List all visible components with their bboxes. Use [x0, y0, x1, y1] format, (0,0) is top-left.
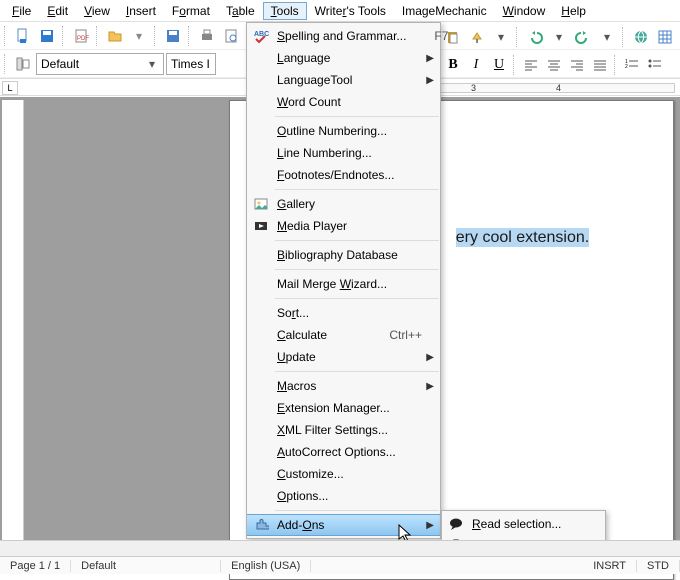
dropdown-icon[interactable]: ▾	[596, 26, 618, 48]
menu-format[interactable]: Format	[164, 2, 218, 20]
chevron-right-icon: ▶	[426, 381, 434, 392]
menu-item-media-player[interactable]: Media Player	[247, 215, 440, 237]
menu-item-sort[interactable]: Sort...	[247, 302, 440, 324]
menu-item-macros[interactable]: Macros▶	[247, 375, 440, 397]
status-std[interactable]: STD	[637, 560, 680, 572]
menu-item-language[interactable]: Language▶	[247, 47, 440, 69]
align-right-icon[interactable]	[566, 54, 588, 76]
media-icon	[252, 217, 270, 235]
redo-icon[interactable]	[572, 26, 594, 48]
tools-menu: ABCSpelling and Grammar...F7Language▶Lan…	[246, 22, 441, 539]
font-name-value: Times I	[171, 57, 210, 71]
save2-icon[interactable]	[162, 25, 184, 47]
svg-text:PDF: PDF	[77, 36, 89, 42]
save-icon[interactable]	[36, 25, 58, 47]
menu-imagemechanic[interactable]: ImageMechanic	[394, 2, 495, 20]
menu-item-autocorrect-options[interactable]: AutoCorrect Options...	[247, 441, 440, 463]
bullet-list-icon[interactable]	[644, 54, 666, 76]
menu-edit[interactable]: Edit	[39, 2, 76, 20]
menu-view[interactable]: View	[76, 2, 118, 20]
template-icon[interactable]: ▾	[128, 25, 150, 47]
menu-item-footnotes-endnotes[interactable]: Footnotes/Endnotes...	[247, 164, 440, 186]
menu-item-xml-filter-settings[interactable]: XML Filter Settings...	[247, 419, 440, 441]
status-style[interactable]: Default	[71, 560, 221, 572]
menu-item-options[interactable]: Options...	[247, 485, 440, 507]
export-pdf-icon[interactable]: PDF	[70, 25, 92, 47]
menu-item-languagetool[interactable]: LanguageTool▶	[247, 69, 440, 91]
menu-table[interactable]: Table	[218, 2, 263, 20]
status-language[interactable]: English (USA)	[221, 560, 311, 572]
menu-item-extension-manager[interactable]: Extension Manager...	[247, 397, 440, 419]
align-left-icon[interactable]	[520, 54, 542, 76]
paragraph-style-combo[interactable]: Default ▾	[36, 53, 164, 75]
svg-text:2: 2	[625, 64, 628, 70]
menu-item-calculate[interactable]: CalculateCtrl++	[247, 324, 440, 346]
menu-item-customize[interactable]: Customize...	[247, 463, 440, 485]
new-doc-icon[interactable]	[12, 25, 34, 47]
bold-button[interactable]: B	[442, 54, 464, 76]
preview-icon[interactable]	[220, 25, 242, 47]
status-page[interactable]: Page 1 / 1	[0, 560, 71, 572]
clone-formatting-icon[interactable]	[466, 26, 488, 48]
styles-icon[interactable]	[12, 53, 34, 75]
ruler-ticks: 3 4	[440, 83, 675, 93]
align-center-icon[interactable]	[543, 54, 565, 76]
menu-item-gallery[interactable]: Gallery	[247, 193, 440, 215]
status-insert[interactable]: INSRT	[583, 560, 637, 572]
gallery-icon	[252, 195, 270, 213]
underline-button[interactable]: U	[488, 54, 510, 76]
menu-tools[interactable]: Tools	[263, 2, 307, 20]
print-icon[interactable]	[196, 25, 218, 47]
table-icon[interactable]	[654, 26, 676, 48]
ruler-corner: L	[2, 81, 18, 95]
chevron-right-icon: ▶	[426, 352, 434, 363]
menu-window[interactable]: Window	[495, 2, 554, 20]
numbered-list-icon[interactable]: 12	[621, 54, 643, 76]
hyperlink-icon[interactable]	[630, 26, 652, 48]
menu-writer-s-tools[interactable]: Writer's Tools	[307, 2, 394, 20]
menu-item-mail-merge-wizard[interactable]: Mail Merge Wizard...	[247, 273, 440, 295]
menu-insert[interactable]: Insert	[118, 2, 164, 20]
submenu-item-read-selection[interactable]: Read selection...	[442, 513, 605, 535]
dropdown-icon[interactable]: ▾	[490, 26, 512, 48]
menu-item-line-numbering[interactable]: Line Numbering...	[247, 142, 440, 164]
status-bar: Page 1 / 1 Default English (USA) INSRT S…	[0, 556, 680, 574]
chevron-right-icon: ▶	[426, 53, 434, 64]
addon-icon	[252, 516, 270, 534]
menu-item-outline-numbering[interactable]: Outline Numbering...	[247, 120, 440, 142]
menu-item-spelling-and-grammar[interactable]: ABCSpelling and Grammar...F7	[247, 25, 440, 47]
menu-file[interactable]: File	[4, 2, 39, 20]
align-justify-icon[interactable]	[589, 54, 611, 76]
menubar: FileEditViewInsertFormatTableToolsWriter…	[0, 0, 680, 22]
abc-check-icon: ABC	[252, 27, 270, 45]
chevron-down-icon: ▾	[145, 57, 159, 71]
undo-icon[interactable]	[524, 26, 546, 48]
menu-item-update[interactable]: Update▶	[247, 346, 440, 368]
chevron-right-icon: ▶	[426, 75, 434, 86]
font-name-combo[interactable]: Times I	[166, 53, 216, 75]
horizontal-scrollbar[interactable]	[0, 540, 680, 556]
italic-button[interactable]: I	[465, 54, 487, 76]
vertical-ruler	[2, 100, 24, 556]
chevron-right-icon: ▶	[426, 520, 434, 531]
menu-item-bibliography-database[interactable]: Bibliography Database	[247, 244, 440, 266]
menu-item-add-ons[interactable]: Add-Ons▶	[247, 514, 440, 536]
menu-item-word-count[interactable]: Word Count	[247, 91, 440, 113]
svg-text:ABC: ABC	[254, 31, 269, 38]
paragraph-style-value: Default	[41, 57, 79, 71]
speech-bubble-icon	[447, 515, 465, 533]
dropdown-icon[interactable]: ▾	[548, 26, 570, 48]
menu-help[interactable]: Help	[553, 2, 594, 20]
open-icon[interactable]	[104, 25, 126, 47]
